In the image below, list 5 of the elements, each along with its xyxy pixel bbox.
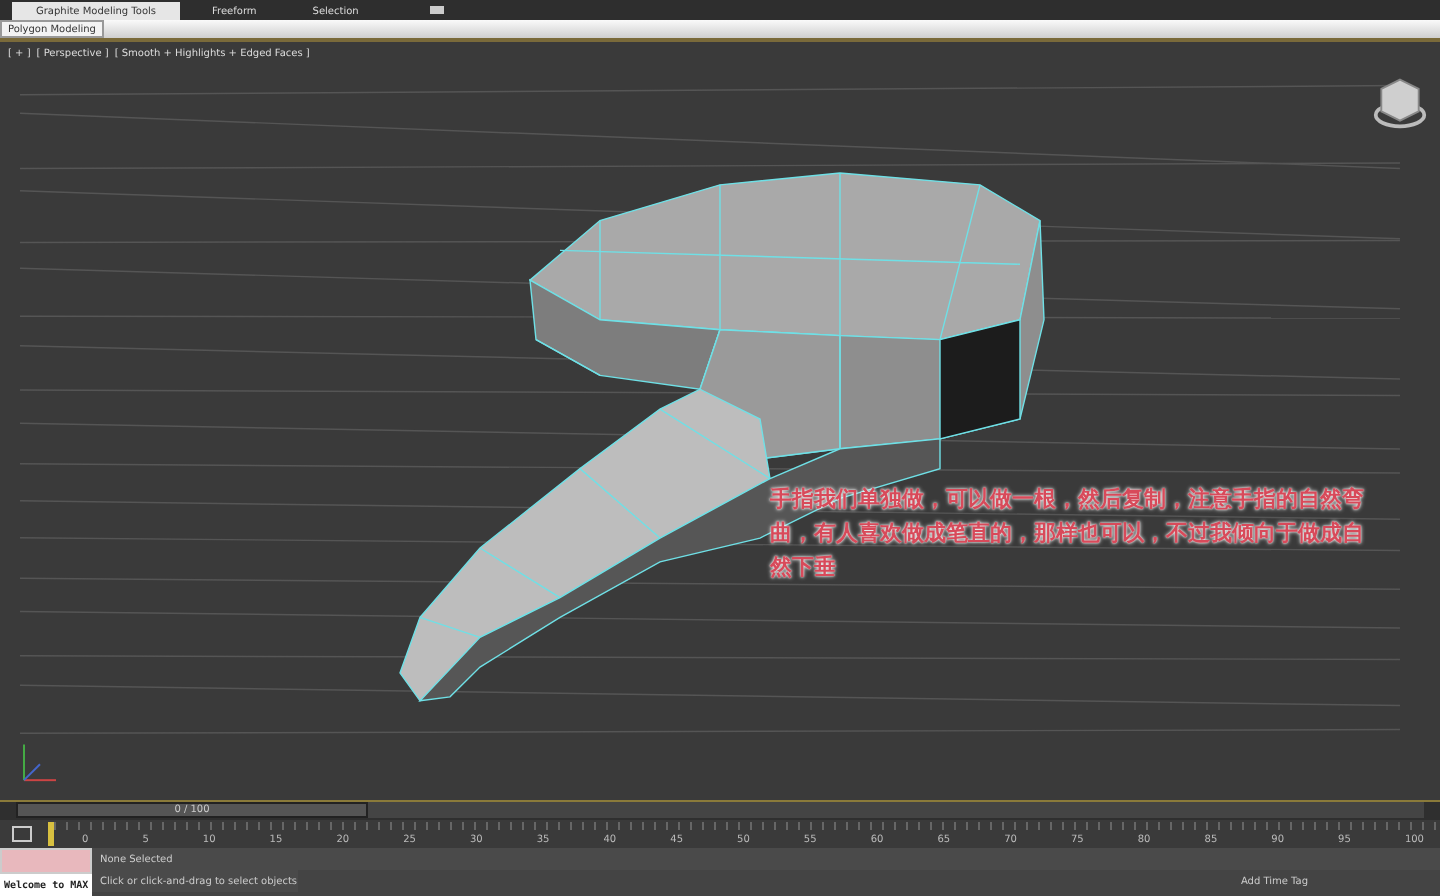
expand-icon[interactable] <box>430 6 445 14</box>
axis-icon <box>23 743 57 782</box>
listener-field[interactable] <box>0 848 92 874</box>
key-icon[interactable] <box>12 826 32 842</box>
viewcube-icon[interactable] <box>1372 74 1428 130</box>
